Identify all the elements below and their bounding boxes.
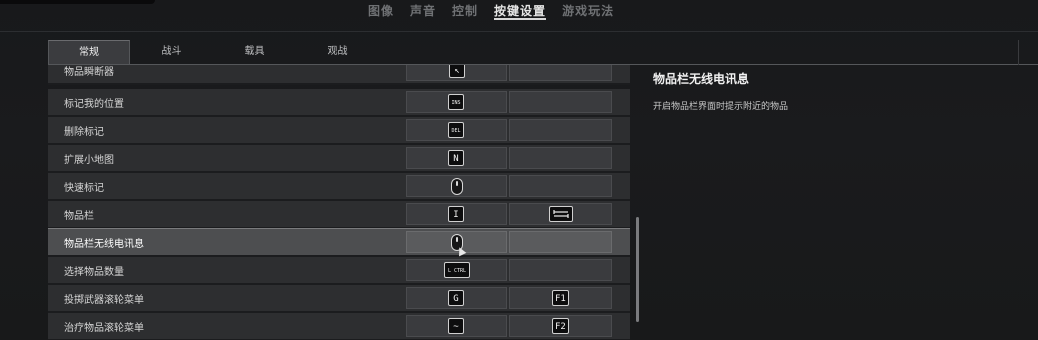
- primary-key-slot[interactable]: DEL: [406, 119, 507, 141]
- secondary-key-slot[interactable]: F2: [509, 315, 612, 337]
- binding-label: 投掷武器滚轮菜单: [64, 295, 144, 306]
- top-divider: [0, 31, 1038, 32]
- keybinding-row[interactable]: 扩展小地图 N: [48, 145, 630, 173]
- keycap: ↖: [449, 65, 465, 78]
- primary-key-slot[interactable]: L CTRL: [406, 259, 507, 281]
- keybinding-row-selected[interactable]: 物品栏无线电讯息: [48, 228, 630, 258]
- keycap: I: [448, 206, 464, 222]
- primary-key-slot[interactable]: [406, 175, 507, 197]
- tab-gameplay[interactable]: 游戏玩法: [554, 0, 622, 22]
- tab-keybindings[interactable]: 按键设置: [486, 0, 554, 22]
- tab-key-icon: [549, 206, 573, 222]
- keycap: G: [448, 290, 464, 306]
- secondary-key-slot[interactable]: [509, 231, 612, 253]
- keybinding-row[interactable]: 物品栏 I: [48, 201, 630, 229]
- binding-label: 快速标记: [64, 183, 104, 194]
- binding-label: 选择物品数量: [64, 267, 124, 278]
- keybinding-row[interactable]: 治疗物品滚轮菜单 ~ F2: [48, 313, 630, 340]
- keycap: ~: [448, 318, 464, 334]
- subtab-general[interactable]: 常规: [48, 40, 130, 64]
- cursor-arrow-icon: [455, 245, 467, 257]
- keycap: L CTRL: [444, 262, 470, 278]
- keybinding-row[interactable]: 物品瞬断器 ↖: [48, 65, 630, 85]
- binding-label: 物品栏: [64, 211, 94, 222]
- binding-label: 扩展小地图: [64, 155, 114, 166]
- tab-control[interactable]: 控制: [444, 0, 486, 22]
- subtab-combat[interactable]: 战斗: [130, 40, 213, 64]
- keybinding-row[interactable]: 投掷武器滚轮菜单 G F1: [48, 285, 630, 313]
- subtab-vehicle[interactable]: 载具: [213, 40, 296, 64]
- primary-key-slot[interactable]: I: [406, 203, 507, 225]
- keybinding-row[interactable]: 快速标记: [48, 173, 630, 201]
- keybind-settings-screen: 图像 声音 控制 按键设置 游戏玩法 常规 战斗 载具 观战 物品瞬断器 ↖ 标…: [0, 0, 1038, 340]
- detail-title: 物品栏无线电讯息: [653, 72, 750, 86]
- tab-graphics[interactable]: 图像: [360, 0, 402, 22]
- binding-label: 标记我的位置: [64, 99, 124, 110]
- secondary-key-slot[interactable]: [509, 91, 612, 113]
- keycap: F2: [552, 318, 569, 334]
- sub-tabs: 常规 战斗 载具 观战: [48, 40, 379, 64]
- secondary-key-slot[interactable]: [509, 147, 612, 169]
- primary-key-slot[interactable]: N: [406, 147, 507, 169]
- secondary-key-slot[interactable]: [509, 203, 612, 225]
- keybinding-row[interactable]: 删除标记 DEL: [48, 117, 630, 145]
- primary-key-slot[interactable]: INS: [406, 91, 507, 113]
- detail-description: 开启物品栏界面时提示附近的物品: [653, 102, 789, 112]
- primary-key-slot[interactable]: ↖: [406, 65, 507, 81]
- primary-key-slot[interactable]: G: [406, 287, 507, 309]
- primary-key-slot[interactable]: ~: [406, 315, 507, 337]
- keycap: N: [448, 150, 464, 166]
- secondary-key-slot[interactable]: [509, 175, 612, 197]
- corner-overlay: [0, 0, 155, 4]
- keybinding-list: 物品瞬断器 ↖ 标记我的位置 INS 删除标记 DEL 扩展小地图 N 快速标记…: [48, 65, 630, 340]
- binding-label: 治疗物品滚轮菜单: [64, 323, 144, 334]
- top-navigation: 图像 声音 控制 按键设置 游戏玩法: [360, 0, 622, 22]
- panel-edge: [1018, 40, 1019, 65]
- binding-label: 物品栏无线电讯息: [64, 239, 144, 250]
- keycap: INS: [448, 94, 464, 110]
- list-scrollbar[interactable]: [636, 217, 639, 322]
- tab-audio[interactable]: 声音: [402, 0, 444, 22]
- binding-label: 物品瞬断器: [64, 67, 114, 78]
- secondary-key-slot[interactable]: F1: [509, 287, 612, 309]
- keybinding-row[interactable]: 选择物品数量 L CTRL: [48, 257, 630, 285]
- keycap: DEL: [448, 122, 464, 138]
- subtab-spectate[interactable]: 观战: [296, 40, 379, 64]
- secondary-key-slot[interactable]: [509, 65, 612, 81]
- secondary-key-slot[interactable]: [509, 119, 612, 141]
- binding-label: 删除标记: [64, 127, 104, 138]
- mouse-middle-icon: [451, 178, 463, 195]
- secondary-key-slot[interactable]: [509, 259, 612, 281]
- keycap: F1: [552, 290, 569, 306]
- keybinding-row[interactable]: 标记我的位置 INS: [48, 89, 630, 117]
- primary-key-slot[interactable]: [406, 231, 507, 257]
